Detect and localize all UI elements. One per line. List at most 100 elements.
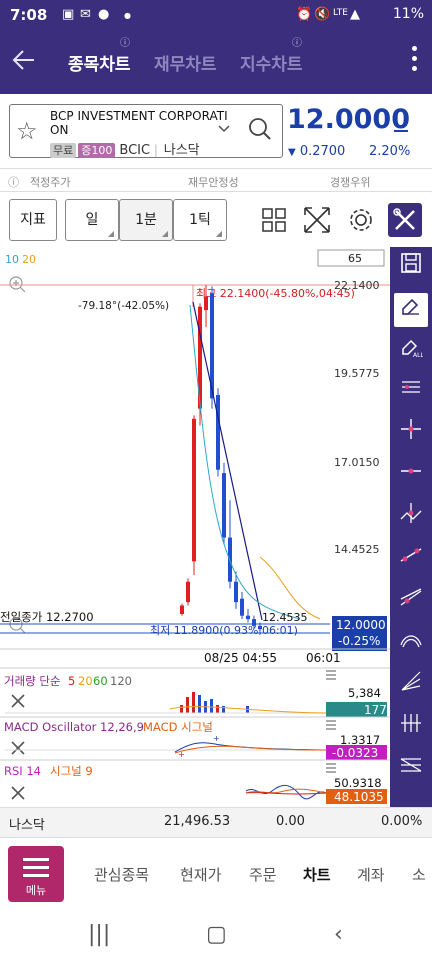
expand-icon[interactable] xyxy=(300,203,334,237)
indicator-button[interactable]: 지표 xyxy=(9,199,57,241)
rsi-value: 48.1035 xyxy=(334,790,384,804)
price-chart[interactable]: 10 20 65 22.1400 19.5775 17.0150 14.4525… xyxy=(0,247,390,807)
angle-label: -79.18°(-42.05%) xyxy=(78,300,169,312)
exchange: 나스닥 xyxy=(163,143,200,158)
tab-stock-chart[interactable]: ⓘ 종목차트 xyxy=(68,38,131,75)
mute-icon: 🔇 xyxy=(314,7,331,22)
dropdown-corner-icon: ◢ xyxy=(161,229,168,238)
dropdown-corner-icon: ◢ xyxy=(215,229,222,238)
more-menu-icon[interactable] xyxy=(412,46,418,76)
current-box-price: 12.0000 xyxy=(336,618,386,632)
list-icon[interactable] xyxy=(326,720,336,730)
minute-label: 1분 xyxy=(135,212,157,228)
ma10-line xyxy=(189,304,301,620)
list-icon[interactable] xyxy=(326,763,336,773)
nav-order[interactable]: 주문 xyxy=(249,864,277,885)
tab-label: 지수차트 xyxy=(240,55,303,75)
back-icon[interactable]: ‹ xyxy=(334,922,343,947)
tab-index-chart[interactable]: ⓘ 지수차트 xyxy=(240,38,303,75)
candle xyxy=(240,598,244,616)
financial-stability-tab[interactable]: 재무안정성 xyxy=(188,174,239,190)
indicator-label: 지표 xyxy=(20,212,46,228)
rsi-lines xyxy=(245,785,327,800)
tick-label: 1틱 xyxy=(189,212,211,228)
close-icon[interactable] xyxy=(11,786,25,800)
y-tick: 19.5775 xyxy=(334,367,380,380)
system-navigation: ||| ▢ ‹ xyxy=(0,910,432,963)
question-icon: ⓘ xyxy=(8,176,19,189)
nav-chart[interactable]: 차트 xyxy=(303,864,331,885)
price-underline xyxy=(394,130,408,132)
horizontal-line-icon[interactable] xyxy=(394,459,428,493)
candle xyxy=(222,473,226,538)
nav-current-price[interactable]: 현재가 xyxy=(180,864,221,885)
volume-ma5: 5 xyxy=(68,674,75,688)
fair-price-tab[interactable]: 적정주가 xyxy=(30,174,70,190)
competitive-advantage-tab[interactable]: 경쟁우위 xyxy=(330,174,370,190)
volume-ma120: 120 xyxy=(110,674,132,688)
price-change-rate: 2.20% xyxy=(369,144,411,159)
svg-text:ALL: ALL xyxy=(413,352,423,359)
svg-text:+: + xyxy=(178,750,185,759)
nav-watchlist[interactable]: 관심종목 xyxy=(94,864,149,885)
candle xyxy=(186,581,190,603)
margin-badge: 증100 xyxy=(78,143,116,158)
info-tabs: ⓘ 적정주가 재무안정성 경쟁우위 xyxy=(0,168,432,192)
macd-tick: 1.3317 xyxy=(340,733,380,747)
channel-icon[interactable] xyxy=(394,753,428,787)
favorite-star-icon[interactable]: ☆ xyxy=(16,117,38,145)
chevron-down-icon[interactable] xyxy=(218,123,230,136)
price-change-value: 0.2700 xyxy=(299,144,346,159)
save-icon[interactable] xyxy=(394,251,428,285)
period-minute-button[interactable]: 1분 ◢ xyxy=(119,199,173,241)
fibonacci-icon[interactable] xyxy=(394,375,428,409)
eraser-all-icon[interactable]: ALL xyxy=(394,335,428,369)
current-box-rate: -0.25% xyxy=(338,634,380,648)
fan-line-icon[interactable] xyxy=(394,669,428,703)
summary-change: 0.00 xyxy=(276,814,305,829)
stock-selector[interactable]: ☆ BCP INVESTMENT CORPORATI ON 무료 증100 BCIC… xyxy=(9,104,283,158)
index-summary: 나스닥 21,496.53 0.00 0.00% xyxy=(0,807,432,837)
list-icon[interactable] xyxy=(326,670,336,680)
volume-bars xyxy=(5,692,327,714)
settings-icon[interactable] xyxy=(344,203,378,237)
candle xyxy=(192,418,196,562)
rsi-tick: 50.9318 xyxy=(334,776,382,790)
ray-line-icon[interactable] xyxy=(394,585,428,619)
free-badge: 무료 xyxy=(50,143,77,158)
home-icon[interactable]: ▢ xyxy=(206,922,227,947)
eraser-icon[interactable] xyxy=(394,293,428,327)
price-change: ▼ 0.2700 xyxy=(288,144,345,159)
x-label: 08/25 04:55 xyxy=(204,651,277,665)
back-arrow-icon[interactable] xyxy=(10,42,40,78)
period-tick-button[interactable]: 1틱 ◢ xyxy=(173,199,227,241)
trend-line xyxy=(192,301,263,621)
summary-rate: 0.00% xyxy=(381,814,423,829)
gallery-icon: ▣ xyxy=(62,7,75,22)
y-tick: 14.4525 xyxy=(334,543,380,556)
tools-icon[interactable] xyxy=(388,203,422,237)
menu-button[interactable]: 메뉴 xyxy=(8,846,64,902)
search-icon[interactable] xyxy=(248,117,272,141)
close-icon[interactable] xyxy=(11,694,25,708)
trend-line-icon[interactable] xyxy=(394,543,428,577)
talk-icon: ● xyxy=(98,7,110,22)
arc-icon[interactable] xyxy=(394,627,428,661)
recent-apps-icon[interactable]: ||| xyxy=(88,922,110,947)
tab-financial-chart[interactable]: 재무차트 xyxy=(154,50,217,75)
close-icon[interactable] xyxy=(11,741,25,755)
vertical-line-icon[interactable] xyxy=(394,501,428,535)
y-tick: 17.0150 xyxy=(334,456,380,469)
period-day-button[interactable]: 일 ◢ xyxy=(65,199,119,241)
grid-icon[interactable] xyxy=(257,203,291,237)
current-price: 12.0000 xyxy=(287,104,410,135)
stock-name: BCP INVESTMENT CORPORATI ON xyxy=(50,109,240,137)
nav-more[interactable]: 소 xyxy=(412,864,426,885)
rsi-signal-title: 시그널 9 xyxy=(50,764,93,778)
prev-close-label: 전일종가 12.2700 xyxy=(0,610,94,624)
chart-area[interactable]: 10 20 65 22.1400 19.5775 17.0150 14.4525… xyxy=(0,247,390,807)
crosshair-icon[interactable] xyxy=(394,417,428,451)
andrews-pitchfork-icon[interactable] xyxy=(394,711,428,745)
info-icon: ⓘ xyxy=(120,38,130,49)
nav-account[interactable]: 계좌 xyxy=(357,864,385,885)
